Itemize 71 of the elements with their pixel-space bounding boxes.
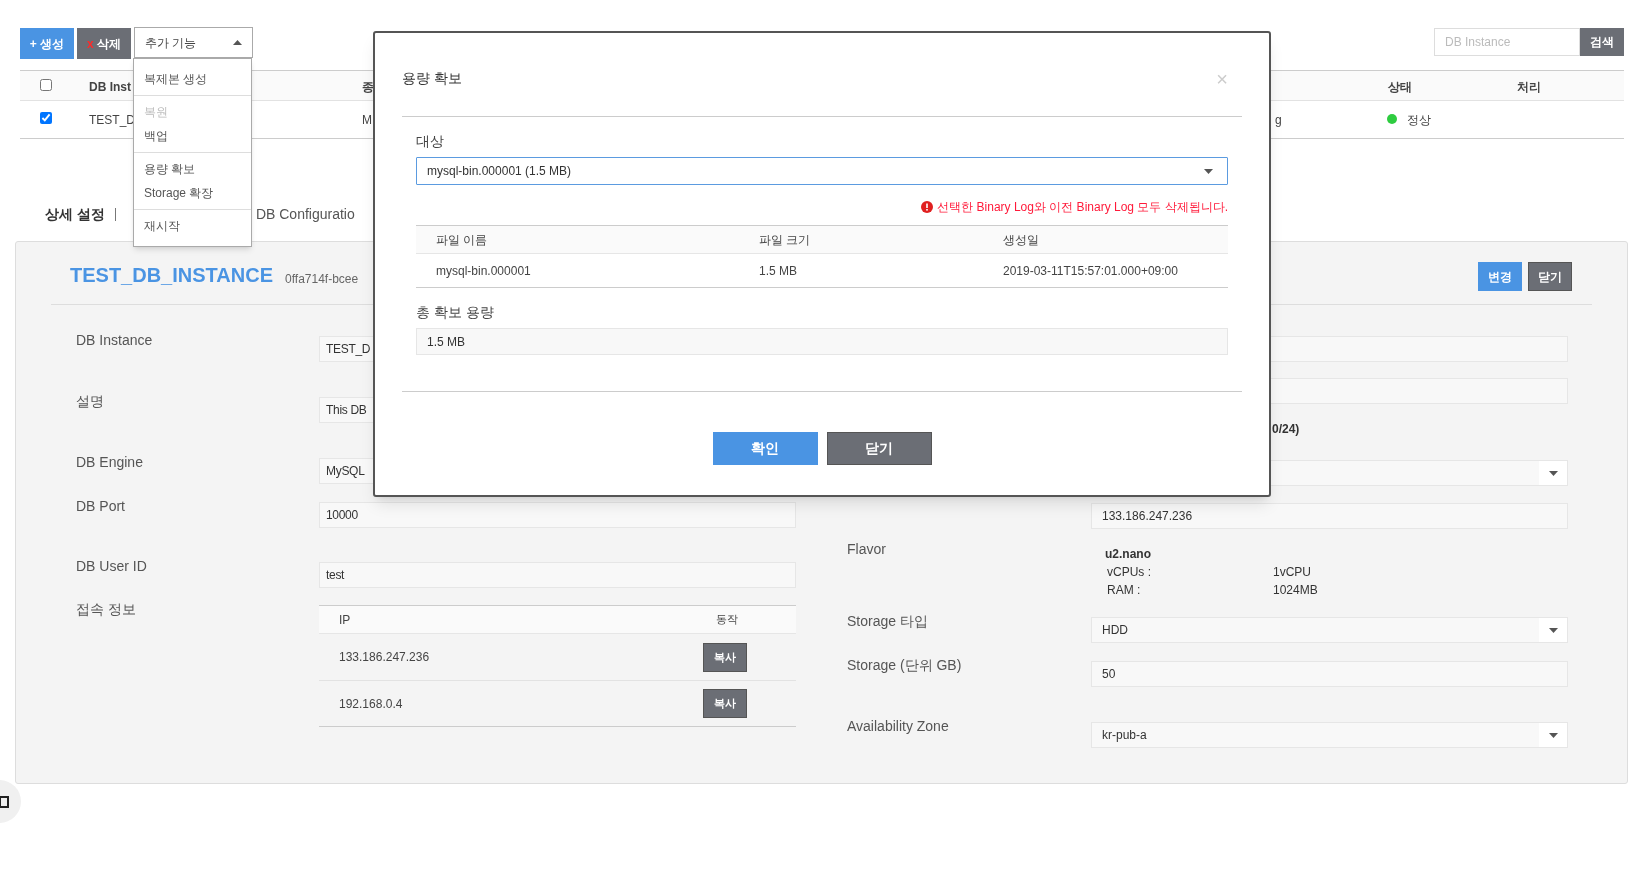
field-label: DB Port: [75, 497, 126, 516]
column-header: 생성일: [1003, 231, 1040, 249]
spec-value: 1024MB: [1273, 582, 1318, 599]
field-label: 대상: [416, 132, 445, 151]
total-field: 1.5 MB: [416, 328, 1228, 355]
warning-text: 선택한 Binary Log와 이전 Binary Log 모두 삭제됩니다.: [937, 199, 1228, 216]
field-label: DB User ID: [75, 557, 148, 576]
column-header: 처리: [1517, 79, 1541, 96]
search-button[interactable]: 검색: [1580, 28, 1624, 56]
instance-title: TEST_DB_INSTANCE: [70, 263, 273, 288]
column-header: 동작: [716, 612, 739, 628]
text-field[interactable]: 10000: [319, 502, 796, 528]
column-header: 파일 크기: [759, 231, 812, 249]
menu-item[interactable]: 재시작: [134, 214, 251, 238]
column-header: IP: [339, 611, 352, 629]
field-label: Availability Zone: [846, 717, 950, 736]
spec-label: RAM :: [1107, 582, 1142, 599]
close-button[interactable]: 닫기: [1528, 262, 1572, 291]
text-field[interactable]: test: [319, 562, 796, 588]
select-field[interactable]: kr-pub-a: [1091, 722, 1568, 748]
select-field[interactable]: HDD: [1091, 617, 1568, 643]
caret-icon: [1204, 168, 1213, 174]
error-icon: [921, 201, 934, 213]
field-label: DB Instance: [75, 331, 154, 350]
column-header: 종: [362, 79, 374, 96]
more-actions-dropdown[interactable]: 추가 기능: [134, 27, 253, 58]
field-label: Flavor: [846, 540, 887, 559]
table-cell-text: 2019-03-11T15:57:01.000+09:00: [1003, 262, 1179, 280]
field-label: 접속 정보: [75, 600, 137, 619]
field-label: Storage 타입: [846, 612, 929, 631]
caret-icon: [1548, 627, 1558, 633]
table-cell-text: M: [362, 112, 372, 129]
menu-item[interactable]: 복제본 생성: [134, 67, 251, 91]
table-cell-text: 1.5 MB: [759, 262, 798, 280]
field-label: DB Engine: [75, 453, 144, 472]
text-field[interactable]: 133.186.247.236: [1091, 503, 1568, 529]
table-cell-text: g: [1275, 112, 1282, 129]
menu-item[interactable]: 용량 확보: [134, 157, 251, 181]
field-label: 총 확보 용량: [416, 303, 495, 322]
subnet-text: 0/24): [1272, 421, 1300, 438]
detail-tab[interactable]: 상세 설정: [45, 203, 105, 225]
menu-item[interactable]: Storage 확장: [134, 181, 251, 205]
table-cell-text: 133.186.247.236: [339, 649, 431, 666]
column-header: 파일 이름: [436, 231, 489, 249]
caret-icon: [1548, 732, 1558, 738]
search-field[interactable]: DB Instance: [1434, 28, 1580, 56]
instance-id: 0ffa714f-bcee: [285, 271, 359, 288]
field-label: Storage (단위 GB): [846, 656, 963, 675]
table-cell-text: TEST_D: [89, 112, 135, 129]
copy-button[interactable]: 복사: [703, 642, 747, 672]
select-all-checkbox[interactable]: [40, 79, 52, 91]
table-cell-text: 192.168.0.4: [339, 695, 404, 713]
target-select[interactable]: mysql-bin.000001 (1.5 MB): [416, 157, 1228, 185]
caret-icon: [233, 40, 242, 45]
spec-label: vCPUs :: [1107, 564, 1152, 581]
column-header: DB Inst: [89, 79, 131, 96]
column-header: 상태: [1388, 79, 1412, 96]
caret-icon: [1548, 470, 1558, 476]
field-label: 설명: [75, 392, 105, 411]
spec-value: 1vCPU: [1273, 564, 1311, 581]
menu-item[interactable]: 백업: [134, 124, 251, 148]
close-button[interactable]: 닫기: [826, 432, 932, 465]
copy-button[interactable]: 복사: [703, 689, 747, 718]
text-field[interactable]: 50: [1091, 661, 1568, 687]
status-text: 정상: [1407, 112, 1431, 129]
flavor-name: u2.nano: [1105, 546, 1152, 563]
modal-title: 용량 확보: [402, 69, 463, 88]
detail-tab[interactable]: DB Configuratio: [255, 203, 355, 225]
table-cell-text: mysql-bin.000001: [436, 262, 532, 280]
delete-button[interactable]: x 삭제: [77, 28, 131, 59]
row-checkbox[interactable]: [40, 112, 52, 124]
